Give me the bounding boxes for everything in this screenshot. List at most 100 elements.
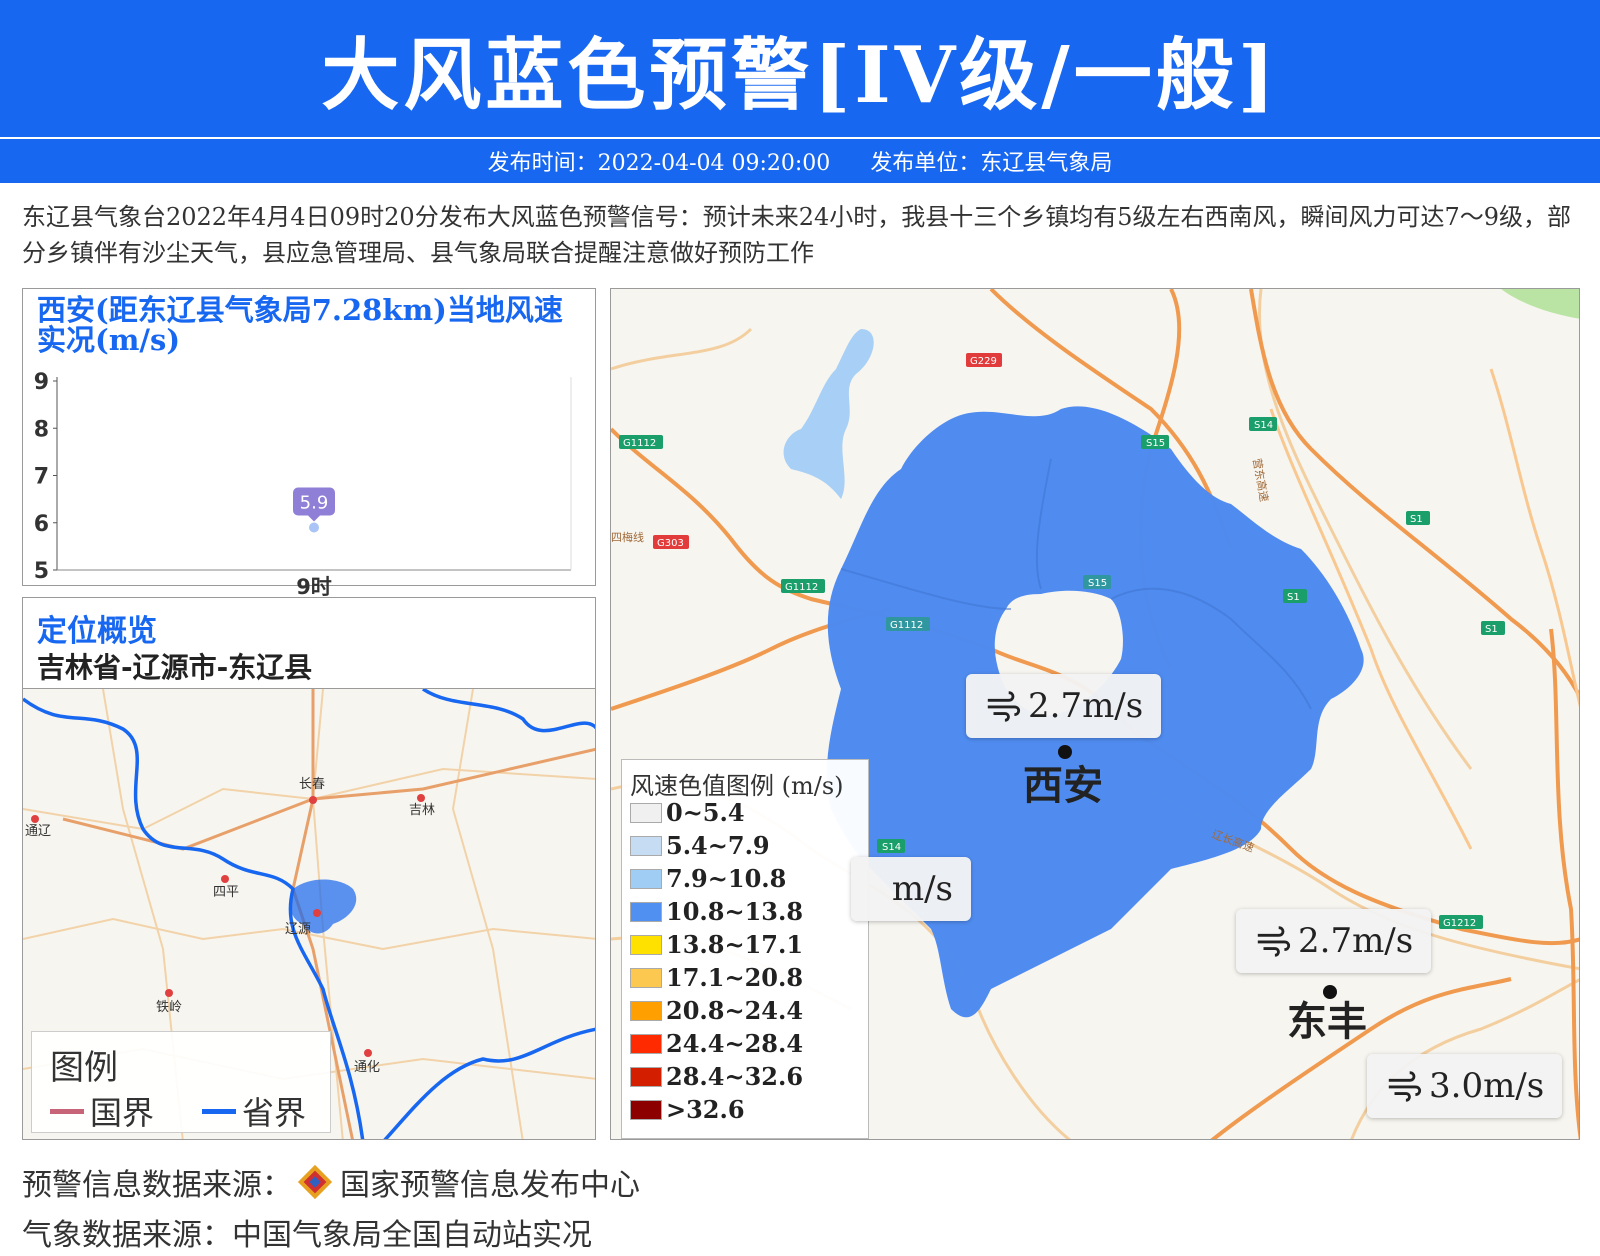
warning-source-label: 预警信息数据来源： [22,1168,292,1203]
city-label: 铁岭 [156,1000,182,1015]
wind-speed-value: m/s [891,869,953,909]
city-label: 长春 [299,777,325,792]
scale-item: 17.1~20.8 [630,963,803,992]
location-path: 吉林省-辽源市-东辽县 [37,651,313,684]
scale-item: 7.9~10.8 [630,864,786,893]
scale-item: 24.4~28.4 [630,1029,803,1058]
wind-bubble-partial[interactable]: m/s [851,857,971,921]
national-swatch [50,1108,84,1114]
data-label-pointer [308,515,320,522]
road-label: S15 [1146,438,1165,449]
road-label: G1212 [1443,918,1476,929]
meta-bar: 发布时间：2022-04-04 09:20:00 发布单位：东辽县气象局 [0,139,1600,183]
data-label: 5.9 [300,492,329,513]
x-tick-label: 9时 [296,575,332,599]
city-label: 通化 [354,1060,380,1075]
road-label: G1112 [623,438,656,449]
road-label: G303 [657,538,684,549]
warning-source-name: 国家预警信息发布中心 [340,1168,640,1203]
scale-label: 13.8~17.1 [666,930,804,959]
wind-color-scale: 风速色值图例 (m/s) 0~5.4 5.4~7.9 7.9~10.8 10.8~13… [621,759,869,1139]
wind-bubble-southeast[interactable]: 3.0m/s [1367,1054,1563,1118]
scale-swatch [630,835,662,856]
scale-item: 20.8~24.4 [630,996,803,1025]
header-banner: 大风蓝色预警[IV级/一般] [0,0,1600,137]
data-point [309,522,319,533]
scale-label: 24.4~28.4 [666,1029,804,1058]
city-name-xian: 西安 [1023,763,1103,809]
scale-swatch [630,1099,662,1120]
warning-center-logo-icon [297,1164,333,1200]
scale-swatch [630,1000,662,1021]
scale-item: 28.4~32.6 [630,1062,803,1091]
scale-title: 风速色值图例 (m/s) [630,772,844,800]
wind-speed-value: 3.0m/s [1429,1066,1545,1106]
city-name-dongfeng: 东丰 [1287,999,1367,1045]
scale-swatch [630,1033,662,1054]
scale-label: 5.4~7.9 [666,831,770,860]
scale-item: 0~5.4 [630,798,745,827]
scale-label: 28.4~32.6 [666,1062,804,1091]
road-label: S1 [1485,624,1498,635]
road-label: G1112 [890,620,923,631]
scale-item: >32.6 [630,1095,745,1124]
road-label: S14 [882,842,901,853]
wind-bubble-xian[interactable]: 2.7m/s [966,674,1162,738]
provincial-swatch [202,1108,236,1114]
road-label: S15 [1088,578,1107,589]
city-label: 通辽 [25,824,51,839]
warning-source: 预警信息数据来源： 国家预警信息发布中心 [22,1160,640,1204]
publish-time: 发布时间：2022-04-04 09:20:00 [487,151,831,176]
legend-national-border: 国界 [50,1088,154,1134]
national-label: 国界 [90,1094,155,1132]
road-label: G1112 [785,582,818,593]
wind-speed-value: 2.7m/s [1028,686,1144,726]
scale-swatch [630,967,662,988]
scale-swatch [630,868,662,889]
scale-label: 20.8~24.4 [666,996,804,1025]
scale-swatch [630,802,662,823]
scale-label: 10.8~13.8 [666,897,804,926]
location-title: 定位概览 [37,614,157,649]
wind-speed-value: 2.7m/s [1298,921,1414,961]
wind-icon [987,691,1021,722]
wind-icon [1257,926,1291,957]
y-tick-label: 5 [34,559,49,584]
scale-label: 17.1~20.8 [666,963,804,992]
wind-speed-panel: 5 6 7 8 9 9时 5.9 西安(距东辽县气象局7.28km)当地风速实况(m/s) [22,288,596,599]
y-tick-label: 6 [34,512,49,537]
scale-item: 10.8~13.8 [630,897,803,926]
y-tick-label: 8 [34,417,49,442]
y-tick-label: 7 [34,465,49,490]
warning-title: 大风蓝色预警[IV级/一般] [321,29,1279,121]
city-label: 四平 [213,885,239,900]
main-warning-map[interactable]: G229 G1112 S15 S14 G303 G1112 G1112 S15 … [610,288,1580,1140]
legend-provincial-border: 省界 [202,1088,306,1134]
provincial-label: 省界 [242,1094,307,1132]
warning-description: 东辽县气象台2022年4月4日09时20分发布大风蓝色预警信号：预计未来24小时… [22,203,1572,267]
wind-bubble-dongfeng[interactable]: 2.7m/s [1236,909,1432,973]
overview-legend-title: 图例 [50,1048,118,1088]
y-tick-label: 9 [34,370,49,395]
city-label: 辽源 [285,922,311,937]
scale-swatch [630,901,662,922]
road-label: G229 [970,356,997,367]
road-label: S14 [1254,420,1273,431]
weather-source: 气象数据来源：中国气象局全国自动站实况 [22,1218,592,1253]
scale-item: 5.4~7.9 [630,831,770,860]
road-label: S1 [1287,592,1300,603]
road-label: S1 [1410,514,1423,525]
overview-legend: 图例 国界 省界 [31,1031,331,1133]
wind-icon [1388,1071,1422,1102]
city-label: 吉林 [409,803,435,818]
publisher: 发布单位：东辽县气象局 [870,151,1113,176]
road-name-label: 四梅线 [611,530,644,544]
overview-map[interactable]: 长春 吉林 通辽 四平 辽源 铁岭 通化 图例 国界 省界 [23,687,595,1139]
scale-swatch [630,1066,662,1087]
scale-label: 7.9~10.8 [666,864,787,893]
scale-item: 13.8~17.1 [630,930,803,959]
scale-swatch [630,934,662,955]
location-panel: 定位概览 吉林省-辽源市-东辽县 长春 吉林 通辽 四平 辽源 铁岭 通化 图例… [22,597,596,1140]
scale-label: >32.6 [666,1095,745,1124]
scale-label: 0~5.4 [666,798,745,827]
